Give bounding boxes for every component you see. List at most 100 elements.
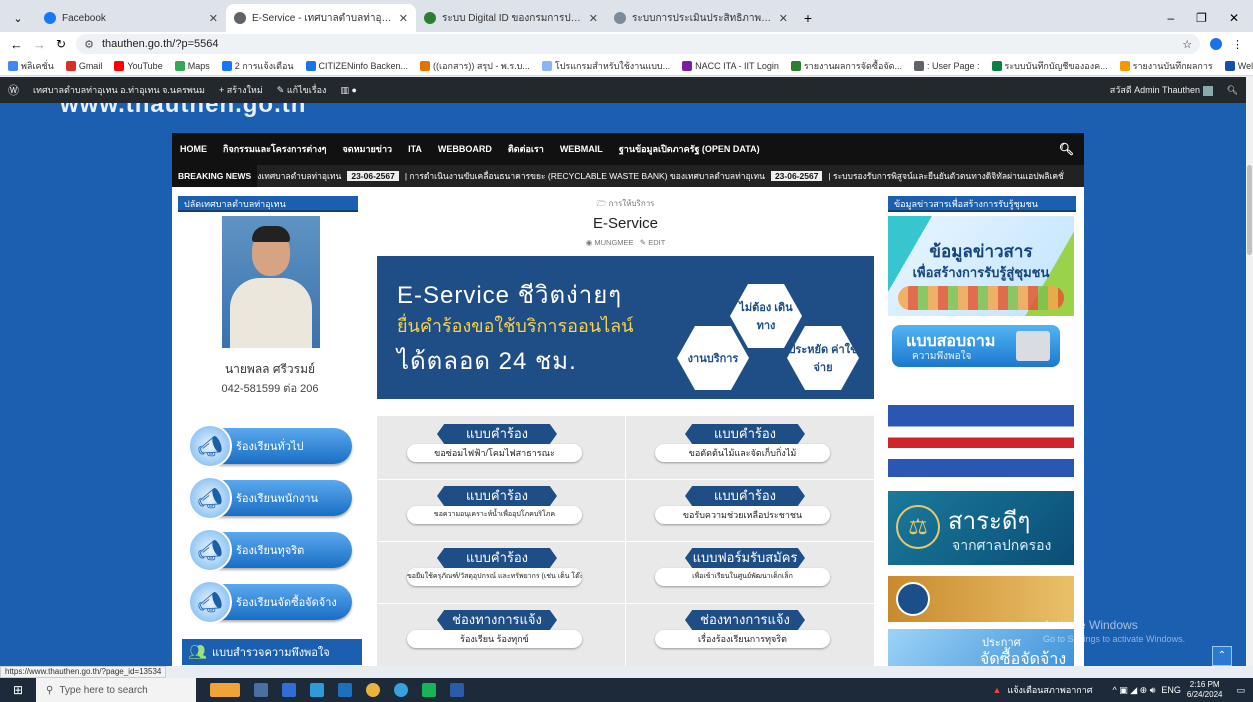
form-button[interactable]: ช่องทางการแจ้ง ร้องเรียน ร้องทุกข์	[407, 610, 582, 650]
nav-item[interactable]: WEBMAIL	[560, 144, 603, 154]
weather-text[interactable]: แจ้งเตือนสภาพอากาศ	[1007, 683, 1092, 697]
windows-start-icon[interactable]: ⊞	[0, 678, 36, 702]
agency-banner[interactable]	[888, 576, 1074, 622]
form-type: แบบคำร้อง	[685, 486, 805, 506]
search-icon[interactable]: 🔍︎	[1227, 85, 1238, 96]
widget-icon[interactable]	[210, 683, 240, 697]
form-button[interactable]: แบบคำร้อง ขอตัดต้นไม้และจัดเก็บกิ่งไม้	[655, 424, 830, 464]
forward-icon[interactable]: →	[33, 37, 46, 52]
nav-item[interactable]: WEBBOARD	[438, 144, 492, 154]
activation-sub: Go to Settings to activate Windows.	[1043, 634, 1186, 644]
address-bar[interactable]: ⚙ thauthen.go.th/?p=5564 ☆	[76, 34, 1201, 54]
new-label: สร้างใหม่	[226, 85, 263, 95]
ticker-item[interactable]: งเทศบาลตำบลท่าอุเทน	[257, 169, 341, 183]
new-tab-button[interactable]: +	[796, 4, 820, 32]
form-button[interactable]: แบบคำร้อง ขอซ่อมไฟฟ้า/โคมไฟสาธารณะ	[407, 424, 582, 464]
complaint-staff-button[interactable]: 📣︎ ร้องเรียนพนักงาน	[188, 476, 352, 520]
minimize-icon[interactable]: –	[1167, 11, 1174, 25]
search-icon[interactable]: 🔍︎	[1059, 142, 1074, 156]
bookmark-item[interactable]: NACC ITA - IIT Login	[682, 60, 779, 71]
bookmark-item[interactable]: YouTube	[114, 60, 163, 71]
author-link[interactable]: MUNGMEE	[594, 238, 633, 247]
bookmark-star-icon[interactable]: ☆	[1182, 38, 1192, 51]
task-view-icon[interactable]	[254, 683, 268, 697]
close-icon[interactable]: ✕	[589, 12, 598, 25]
bookmark-item[interactable]: 2 การแจ้งเตือน	[221, 59, 294, 73]
browser-icon[interactable]	[394, 683, 408, 697]
tray-icons[interactable]: ^ ▣ ◢ ⊕ 🔊︎	[1113, 685, 1156, 696]
word-icon[interactable]	[450, 683, 464, 697]
chrome-icon[interactable]	[366, 683, 380, 697]
bookmark-item[interactable]: รายงานบันทึกผลการ	[1119, 59, 1213, 73]
thai-flag-banner[interactable]	[888, 405, 1074, 477]
line-icon[interactable]	[422, 683, 436, 697]
calculator-icon[interactable]	[282, 683, 296, 697]
close-icon[interactable]: ✕	[779, 12, 788, 25]
scroll-to-top-button[interactable]: ⌃	[1212, 646, 1232, 666]
profile-icon[interactable]	[1210, 38, 1222, 50]
clock[interactable]: 2:16 PM 6/24/2024	[1187, 680, 1223, 700]
column-divider	[625, 416, 626, 666]
edit-post-link[interactable]: ✎ แก้ไขเรื่อง	[277, 83, 327, 97]
maximize-icon[interactable]: ❐	[1196, 11, 1207, 25]
bookmark-item[interactable]: CITIZENinfo Backen...	[305, 60, 408, 71]
breadcrumb[interactable]: 🗁 การให้บริการ	[377, 197, 874, 212]
account-link[interactable]: สวัสดี Admin Thauthen	[1110, 83, 1213, 97]
community-info-banner[interactable]: ข้อมูลข่าวสาร เพื่อสร้างการรับรู้สู่ชุมช…	[888, 216, 1074, 316]
satisfaction-survey-banner[interactable]: แบบสอบถาม ความพึงพอใจ	[892, 325, 1060, 367]
banner-hex-service: งานบริการ	[677, 326, 749, 390]
bookmark-item[interactable]: : User Page :	[913, 60, 980, 71]
button-label: ร้องเรียนทุจริต	[236, 545, 305, 557]
language-indicator[interactable]: ENG	[1161, 685, 1181, 695]
complaint-procurement-button[interactable]: 📣︎ ร้องเรียนจัดซื้อจัดจ้าง	[188, 580, 352, 624]
survey-button[interactable]: 👥︎ แบบสำรวจความพึงพอใจ	[182, 639, 362, 665]
edit-link[interactable]: EDIT	[648, 238, 665, 247]
nav-item[interactable]: จดหมายข่าว	[342, 142, 392, 156]
scrollbar-thumb[interactable]	[1247, 165, 1252, 255]
site-info-icon[interactable]: ⚙	[84, 38, 94, 51]
reload-icon[interactable]: ↻	[56, 37, 66, 51]
notification-icon[interactable]: ▭	[1236, 685, 1245, 696]
tab-eservice[interactable]: E-Service - เทศบาลตำบลท่าอุเทน อ. ✕	[226, 4, 416, 32]
nav-item[interactable]: ITA	[408, 144, 422, 154]
tab-facebook[interactable]: Facebook ✕	[36, 4, 226, 32]
ticker-item[interactable]: | ระบบรองรับการพิสูจน์และยืนยันตัวตนทางด…	[828, 169, 1063, 183]
nav-item[interactable]: กิจกรรมและโครงการต่างๆ	[223, 142, 326, 156]
bookmark-item[interactable]: Welcome to Mail.dl...	[1224, 60, 1253, 71]
bookmark-item[interactable]: พลิเคชั่น	[8, 59, 54, 73]
nav-item[interactable]: ฐานข้อมูลเปิดภาครัฐ (OPEN DATA)	[619, 142, 760, 156]
admin-court-banner[interactable]: ⚖ สาระดีๆ จากศาลปกครอง	[888, 491, 1074, 565]
nav-item[interactable]: HOME	[180, 144, 207, 154]
wordpress-icon[interactable]: Ⓦ	[8, 82, 19, 98]
complaint-general-button[interactable]: 📣︎ ร้องเรียนทั่วไป	[188, 424, 352, 468]
nav-item[interactable]: ติดต่อเรา	[508, 142, 544, 156]
bookmark-item[interactable]: Gmail	[65, 60, 102, 71]
form-button[interactable]: ช่องทางการแจ้ง เรื่องร้องเรียนการทุจริต	[655, 610, 830, 650]
bookmark-item[interactable]: โปรแกรมสำหรับใช้งานแบบ...	[541, 59, 670, 73]
form-button[interactable]: แบบคำร้อง ขอความอนุเคราะห์น้ำเพื่ออุปโภคบ…	[407, 486, 582, 526]
form-button[interactable]: แบบฟอร์มรับสมัคร เพื่อเข้าเรียนในศูนย์พัฒ…	[655, 548, 830, 588]
tab-search-button[interactable]: ⌄	[0, 4, 36, 32]
form-button[interactable]: แบบคำร้อง ขอยืมใช้ครุภัณฑ์/วัสดุอุปกรณ์ แ…	[407, 548, 582, 588]
new-content-link[interactable]: + สร้างใหม่	[219, 83, 263, 97]
bookmark-item[interactable]: ((เอกสาร)) สรุป - พ.ร.บ...	[420, 59, 530, 73]
stats-icon[interactable]: ▥ ●	[340, 85, 356, 96]
back-icon[interactable]: ←	[10, 37, 23, 52]
taskbar-search[interactable]: ⚲ Type here to search	[36, 678, 196, 702]
mail-icon[interactable]	[310, 683, 324, 697]
ticker-item[interactable]: | การดำเนินงานขับเคลื่อนธนาคารขยะ (RECYC…	[405, 169, 765, 183]
bookmark-label: NACC ITA - IIT Login	[695, 60, 779, 71]
site-name-link[interactable]: เทศบาลตำบลท่าอุเทน อ.ท่าอุเทน จ.นครพนม	[33, 83, 205, 97]
bookmark-item[interactable]: ระบบบันทึกบัญชีขององค...	[991, 59, 1108, 73]
form-button[interactable]: แบบคำร้อง ขอรับความช่วยเหลือประชาชน	[655, 486, 830, 526]
window-close-icon[interactable]: ✕	[1229, 11, 1239, 25]
bookmark-item[interactable]: รายงานผลการจัดซื้อจัด...	[790, 59, 902, 73]
close-icon[interactable]: ✕	[209, 12, 218, 25]
menu-icon[interactable]: ⋮	[1232, 38, 1243, 51]
edge-icon[interactable]	[338, 683, 352, 697]
complaint-corruption-button[interactable]: 📣︎ ร้องเรียนทุจริต	[188, 528, 352, 572]
close-icon[interactable]: ✕	[399, 12, 408, 25]
tab-digital-id[interactable]: ระบบ Digital ID ของกรมการปกครอง ✕	[416, 4, 606, 32]
tab-evaluation[interactable]: ระบบการประเมินประสิทธิภาพขององ ✕	[606, 4, 796, 32]
bookmark-item[interactable]: Maps	[174, 60, 210, 71]
